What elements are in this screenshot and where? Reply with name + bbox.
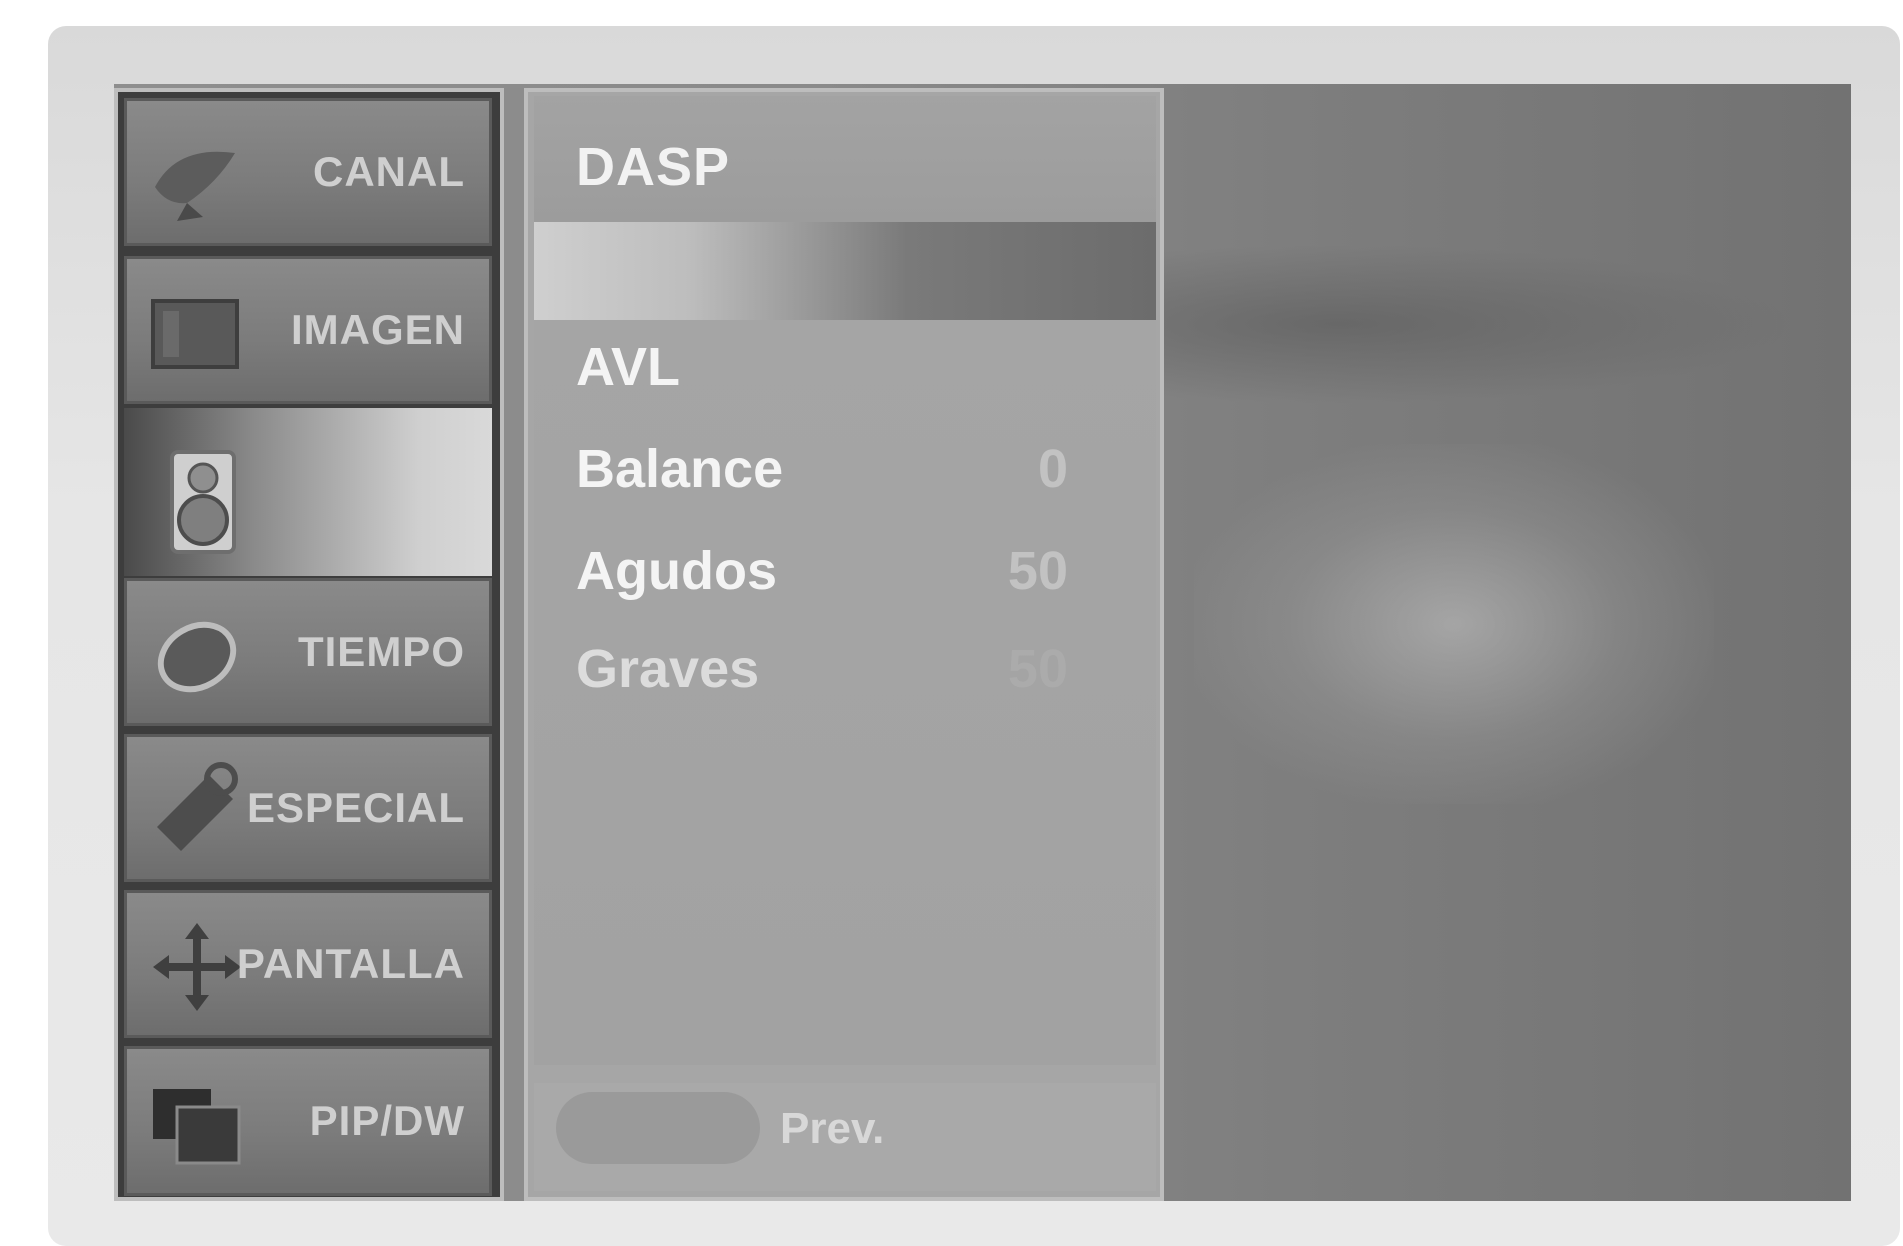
title-separator: [534, 222, 1156, 320]
menu-item-graves[interactable]: Graves: [576, 638, 759, 700]
tab-pip[interactable]: PIP/DW: [124, 1046, 492, 1196]
prev-button[interactable]: [556, 1092, 760, 1164]
tab-tiempo[interactable]: TIEMPO: [124, 578, 492, 726]
menu-title[interactable]: DASP: [576, 136, 730, 198]
pip-windows-icon: [153, 1089, 241, 1165]
tab-imagen[interactable]: IMAGEN: [124, 256, 492, 404]
tab-label: IMAGEN: [291, 306, 465, 353]
tag-icon: [157, 762, 238, 851]
tab-sonido[interactable]: [124, 408, 492, 576]
tab-canal[interactable]: CANAL: [124, 98, 492, 246]
prev-label: Prev.: [780, 1104, 885, 1153]
tab-label: TIEMPO: [297, 628, 465, 675]
clock-icon: [157, 621, 237, 693]
tab-label: PIP/DW: [309, 1097, 465, 1144]
tab-label: PANTALLA: [236, 940, 465, 987]
agudos-value: 50: [1007, 541, 1068, 601]
graves-value: 50: [1007, 639, 1068, 699]
move-arrows-icon: [153, 923, 241, 1011]
screen-glow: [1194, 444, 1714, 804]
menu-item-avl[interactable]: AVL: [576, 336, 680, 398]
tab-label: ESPECIAL: [246, 784, 465, 831]
tab-pantalla[interactable]: PANTALLA: [124, 890, 492, 1038]
satellite-dish-icon: [155, 151, 235, 221]
screen-shadow: [1094, 244, 1794, 404]
balance-value: 0: [1037, 439, 1068, 499]
picture-frame-icon: [151, 299, 239, 369]
tab-especial[interactable]: ESPECIAL: [124, 734, 492, 882]
menu-item-agudos[interactable]: Agudos: [576, 540, 777, 602]
menu-item-balance[interactable]: Balance: [576, 438, 783, 500]
speaker-icon: [170, 450, 236, 554]
tab-label: CANAL: [313, 148, 465, 195]
